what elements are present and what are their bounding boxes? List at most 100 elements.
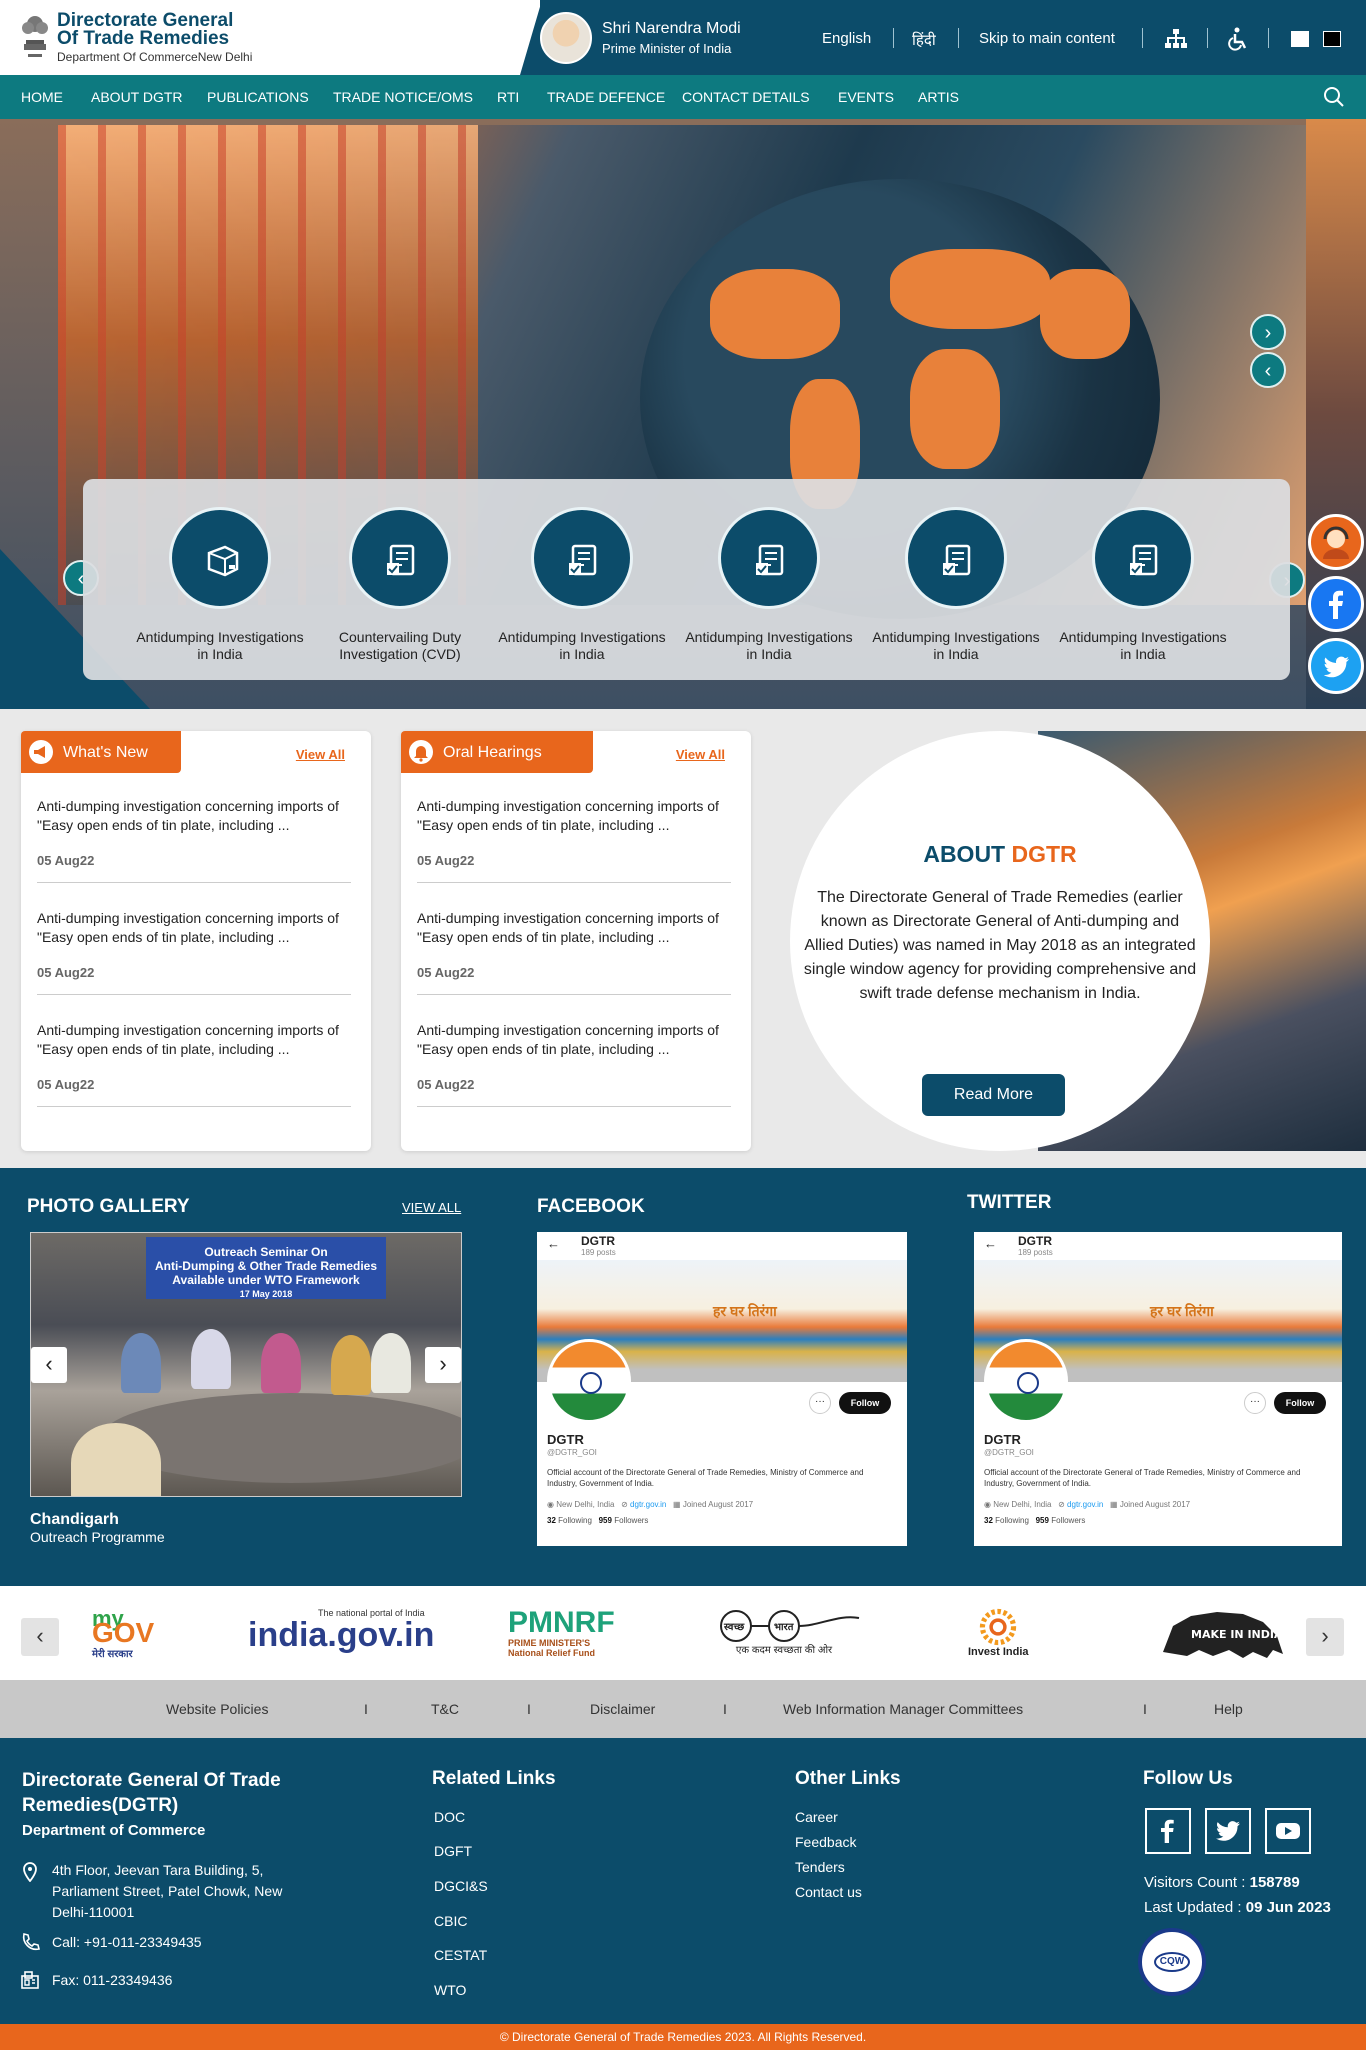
skip-to-content-link[interactable]: Skip to main content (979, 30, 1115, 47)
other-link-career[interactable]: Career (795, 1809, 838, 1825)
related-link-dgft[interactable]: DGFT (434, 1843, 472, 1859)
nav-artis[interactable]: ARTIS (918, 89, 959, 105)
news-item-text: Anti-dumping investigation concerning im… (37, 798, 339, 833)
footer-facebook-button[interactable] (1145, 1808, 1191, 1854)
footer-stats: Visitors Count : 158789 Last Updated : 0… (1144, 1870, 1331, 1920)
more-options-icon[interactable]: ··· (1244, 1392, 1266, 1414)
sitemap-icon[interactable] (1164, 28, 1188, 50)
nav-events[interactable]: EVENTS (838, 89, 894, 105)
service-item[interactable]: Antidumping Investigations in India (679, 507, 859, 663)
related-link-doc[interactable]: DOC (434, 1809, 465, 1825)
service-item[interactable]: Countervailing Duty Investigation (CVD) (310, 507, 490, 663)
related-link-cbic[interactable]: CBIC (434, 1913, 467, 1929)
nav-rti[interactable]: RTI (497, 89, 519, 105)
service-item[interactable]: Antidumping Investigations in India (492, 507, 672, 663)
cqw-certification-logo[interactable]: CQW (1138, 1928, 1206, 1996)
web-info-manager-link[interactable]: Web Information Manager Committees (783, 1701, 1023, 1717)
document-check-icon (569, 544, 597, 576)
visitor-count: Visitors Count : 158789 (1144, 1874, 1300, 1891)
gallery-image[interactable]: Outreach Seminar On Anti-Dumping & Other… (30, 1232, 462, 1497)
theme-dark-toggle[interactable] (1323, 31, 1341, 47)
hearing-item[interactable]: Anti-dumping investigation concerning im… (417, 797, 747, 883)
hearing-item[interactable]: Anti-dumping investigation concerning im… (417, 909, 747, 995)
read-more-button[interactable]: Read More (922, 1074, 1065, 1116)
related-link-dgcis[interactable]: DGCI&S (434, 1878, 488, 1894)
svg-text:भारत: भारत (774, 1622, 795, 1633)
news-item[interactable]: Anti-dumping investigation concerning im… (37, 909, 367, 995)
gallery-view-all-link[interactable]: VIEW ALL (402, 1200, 461, 1215)
twitter-icon[interactable] (1308, 638, 1364, 694)
india-gov-logo[interactable]: The national portal of India india.gov.i… (248, 1608, 434, 1658)
service-item[interactable]: Antidumping Investigations in India (130, 507, 310, 663)
other-link-tenders[interactable]: Tenders (795, 1859, 845, 1875)
nav-about-dgtr[interactable]: ABOUT DGTR (91, 89, 183, 105)
help-link[interactable]: Help (1214, 1701, 1243, 1717)
fax-icon (21, 1971, 39, 1989)
nav-publications[interactable]: PUBLICATIONS (207, 89, 309, 105)
theme-light-toggle[interactable] (1291, 31, 1309, 47)
service-label: Antidumping Investigations in India (685, 629, 853, 662)
helpdesk-icon[interactable] (1308, 514, 1364, 570)
news-item[interactable]: Anti-dumping investigation concerning im… (37, 797, 367, 883)
org-name[interactable]: Directorate General Of Trade Remedies (57, 11, 317, 48)
about-text: The Directorate General of Trade Remedie… (803, 889, 1197, 1002)
pmnrf-logo[interactable]: PMNRF PRIME MINISTER'S National Relief F… (508, 1608, 615, 1659)
oral-hearings-view-all-link[interactable]: View All (676, 747, 725, 762)
oral-hearings-header: Oral Hearings (401, 731, 593, 773)
other-link-feedback[interactable]: Feedback (795, 1834, 856, 1850)
service-label: Antidumping Investigations in India (498, 629, 666, 662)
gallery-next-button[interactable]: › (425, 1347, 461, 1383)
service-item[interactable]: Antidumping Investigations in India (866, 507, 1046, 663)
footer-department: Department of Commerce (22, 1822, 206, 1839)
whats-new-view-all-link[interactable]: View All (296, 747, 345, 762)
hearing-item[interactable]: Anti-dumping investigation concerning im… (417, 1021, 747, 1107)
footer-twitter-button[interactable] (1205, 1808, 1251, 1854)
nav-trade-notice[interactable]: TRADE NOTICE/OMS (333, 89, 473, 105)
more-options-icon[interactable]: ··· (809, 1392, 831, 1414)
twitter-feed[interactable]: ← DGTR 189 posts हर घर तिरंगा ··· Follow … (974, 1232, 1342, 1546)
facebook-icon[interactable] (1308, 576, 1364, 632)
news-item-date: 05 Aug22 (37, 965, 95, 980)
nav-trade-defence[interactable]: TRADE DEFENCE (547, 89, 665, 105)
invest-india-logo[interactable]: Invest India (968, 1608, 1029, 1658)
footer-phone[interactable]: Call: +91-011-23349435 (52, 1934, 202, 1950)
disclaimer-link[interactable]: Disclaimer (590, 1701, 655, 1717)
related-link-cestat[interactable]: CESTAT (434, 1947, 487, 1963)
footer-links-bar: Website Policies I T&C I Disclaimer I We… (0, 1680, 1366, 1738)
document-check-icon (943, 544, 971, 576)
hero-next-button[interactable]: › (1250, 314, 1286, 350)
document-check-icon (387, 544, 415, 576)
mygov-logo[interactable]: my GOV मेरी सरकार (92, 1608, 154, 1661)
hero-prev-button[interactable]: ‹ (1250, 352, 1286, 388)
invest-india-emblem-icon (980, 1608, 1017, 1646)
service-item[interactable]: Antidumping Investigations in India (1053, 507, 1233, 663)
nav-home[interactable]: HOME (21, 89, 63, 105)
accessibility-icon[interactable] (1226, 27, 1248, 51)
partners-next-button[interactable]: › (1306, 1618, 1344, 1656)
search-icon[interactable] (1322, 85, 1346, 109)
follow-button[interactable]: Follow (839, 1392, 891, 1414)
language-hindi-link[interactable]: हिंदी (912, 30, 936, 50)
follow-button[interactable]: Follow (1274, 1392, 1326, 1414)
footer-youtube-button[interactable] (1265, 1808, 1311, 1854)
terms-link[interactable]: T&C (431, 1701, 459, 1717)
copyright-bar: © Directorate General of Trade Remedies … (0, 2024, 1366, 2050)
language-english-link[interactable]: English (822, 30, 871, 47)
gallery-prev-button[interactable]: ‹ (31, 1347, 67, 1383)
swachh-bharat-logo[interactable]: स्वच्छ भारत एक कदम स्वच्छता की ओर (704, 1608, 864, 1658)
website-policies-link[interactable]: Website Policies (166, 1701, 268, 1717)
partners-prev-button[interactable]: ‹ (21, 1618, 59, 1656)
service-label: Antidumping Investigations in India (872, 629, 1040, 662)
news-item-date: 05 Aug22 (37, 1077, 95, 1092)
related-link-wto[interactable]: WTO (434, 1982, 466, 1998)
document-check-icon (1130, 544, 1158, 576)
facebook-feed[interactable]: ← DGTR 189 posts हर घर तिरंगा ··· Follow … (537, 1232, 907, 1546)
nav-contact-details[interactable]: CONTACT DETAILS (682, 89, 810, 105)
megaphone-icon (29, 740, 53, 764)
make-in-india-logo[interactable]: MAKE IN INDIA (1157, 1608, 1291, 1658)
profile-avatar (547, 1339, 631, 1423)
other-link-contact[interactable]: Contact us (795, 1884, 862, 1900)
news-item[interactable]: Anti-dumping investigation concerning im… (37, 1021, 367, 1107)
related-links-title: Related Links (432, 1768, 556, 1789)
whats-new-header: What's New (21, 731, 181, 773)
